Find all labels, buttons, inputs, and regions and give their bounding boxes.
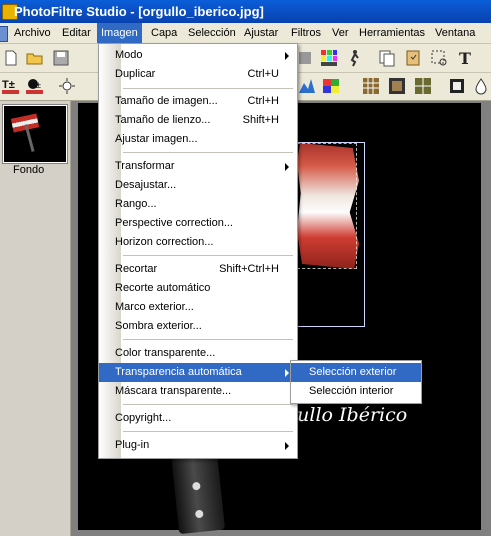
menu-separator — [123, 339, 293, 340]
menu-ver[interactable]: Ver — [328, 23, 353, 43]
menu-capa[interactable]: Capa — [147, 23, 181, 43]
layer-thumbnail[interactable] — [2, 104, 68, 164]
menu-item-recorte-automatico[interactable]: Recorte automático — [99, 279, 297, 298]
menu-item-rango[interactable]: Rango... — [99, 195, 297, 214]
submenu-arrow-icon — [285, 442, 289, 450]
menu-item-copyright[interactable]: Copyright... — [99, 409, 297, 428]
palette-icon[interactable] — [320, 49, 338, 67]
menu-item-marco-exterior[interactable]: Marco exterior... — [99, 298, 297, 317]
runner-icon[interactable] — [346, 49, 364, 67]
canvas-caption: gullo Ibérico — [285, 404, 408, 426]
submenu-arrow-icon — [285, 369, 289, 377]
copy-icon[interactable] — [378, 49, 396, 67]
contrast-icon[interactable]: ± — [26, 77, 44, 95]
submenu-arrow-icon — [285, 52, 289, 60]
layer-label: Fondo — [13, 164, 45, 176]
tile-icon[interactable] — [414, 77, 432, 95]
select-icon[interactable] — [430, 49, 448, 67]
menu-item-tamano-imagen[interactable]: Tamaño de imagen... Ctrl+H — [99, 92, 297, 111]
rivet — [194, 509, 204, 519]
menu-item-transparencia-automatica[interactable]: Transparencia automática — [99, 363, 297, 382]
knife-handle — [170, 449, 226, 535]
text-icon[interactable]: T — [456, 49, 474, 67]
menu-separator — [123, 152, 293, 153]
system-menu-icon[interactable] — [0, 26, 8, 42]
menu-item-ajustar-imagen[interactable]: Ajustar imagen... — [99, 130, 297, 149]
svg-text:±: ± — [36, 80, 41, 90]
menu-separator — [123, 431, 293, 432]
menu-item-recortar[interactable]: Recortar Shift+Ctrl+H — [99, 260, 297, 279]
menu-item-transformar[interactable]: Transformar — [99, 157, 297, 176]
menu-filtros[interactable]: Filtros — [287, 23, 325, 43]
menu-item-desajustar[interactable]: Desajustar... — [99, 176, 297, 195]
paste-icon[interactable] — [404, 49, 422, 67]
transparency-submenu: Selección exterior Selección interior — [290, 360, 422, 404]
menu-ventana[interactable]: Ventana — [431, 23, 479, 43]
frame-icon[interactable] — [388, 77, 406, 95]
svg-text:T±: T± — [2, 79, 15, 91]
square-icon[interactable] — [296, 49, 314, 67]
menu-separator — [123, 404, 293, 405]
menu-item-duplicar[interactable]: Duplicar Ctrl+U — [99, 65, 297, 84]
film-icon[interactable] — [448, 77, 466, 95]
menu-item-modo[interactable]: Modo — [99, 46, 297, 65]
open-icon[interactable] — [26, 49, 44, 67]
menu-ajustar[interactable]: Ajustar — [240, 23, 282, 43]
menu-separator — [123, 88, 293, 89]
svg-text:T: T — [459, 49, 471, 67]
colors-icon[interactable] — [322, 77, 340, 95]
drop-icon[interactable] — [472, 77, 490, 95]
new-icon[interactable] — [2, 49, 20, 67]
menu-item-sombra-exterior[interactable]: Sombra exterior... — [99, 317, 297, 336]
submenu-item-seleccion-exterior[interactable]: Selección exterior — [291, 363, 421, 382]
menu-bar: Archivo Editar Imagen Capa Selección Aju… — [0, 23, 491, 44]
window-title: PhotoFiltre Studio - [orgullo_iberico.jp… — [14, 4, 264, 19]
brightness-icon[interactable] — [58, 77, 76, 95]
rivet — [191, 481, 201, 491]
text-size-icon[interactable]: T± — [2, 77, 20, 95]
save-icon[interactable] — [52, 49, 70, 67]
menu-item-mascara-transparente[interactable]: Máscara transparente... — [99, 382, 297, 401]
title-bar: PhotoFiltre Studio - [orgullo_iberico.jp… — [0, 0, 491, 23]
menu-item-plug-in[interactable]: Plug-in — [99, 436, 297, 455]
menu-item-tamano-lienzo[interactable]: Tamaño de lienzo... Shift+H — [99, 111, 297, 130]
menu-editar[interactable]: Editar — [58, 23, 95, 43]
grid-icon[interactable] — [362, 77, 380, 95]
menu-item-horizon-correction[interactable]: Horizon correction... — [99, 233, 297, 252]
menu-item-color-transparente[interactable]: Color transparente... — [99, 344, 297, 363]
layers-panel: Fondo — [0, 101, 71, 536]
menu-seleccion[interactable]: Selección — [184, 23, 240, 43]
selection-rectangle[interactable] — [296, 142, 365, 327]
imagen-menu: Modo Duplicar Ctrl+U Tamaño de imagen...… — [98, 43, 298, 459]
menu-herramientas[interactable]: Herramientas — [355, 23, 429, 43]
menu-imagen[interactable]: Imagen — [97, 23, 142, 43]
menu-item-perspective-correction[interactable]: Perspective correction... — [99, 214, 297, 233]
menu-separator — [123, 255, 293, 256]
submenu-arrow-icon — [285, 163, 289, 171]
submenu-item-seleccion-interior[interactable]: Selección interior — [291, 382, 421, 401]
menu-archivo[interactable]: Archivo — [10, 23, 55, 43]
levels-icon[interactable] — [298, 77, 316, 95]
